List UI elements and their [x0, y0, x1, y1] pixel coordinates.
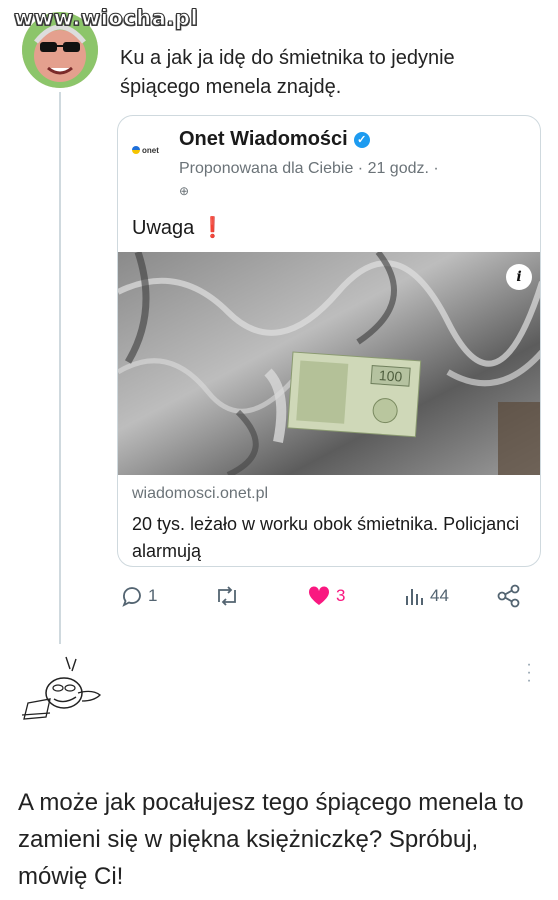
link-title[interactable]: 20 tys. leżało w worku obok śmietnika. P…: [132, 511, 532, 565]
reply-icon: [122, 587, 141, 607]
action-bar: 1 3 44: [120, 584, 530, 614]
share-icon: [497, 584, 520, 608]
heart-icon: [308, 586, 330, 605]
views-button[interactable]: 44: [402, 584, 449, 608]
tweet-text: Ku a jak ja idę do śmietnika to jedynie …: [120, 47, 455, 98]
site-watermark: www.wiocha.pl: [13, 6, 199, 31]
garbage-bag-banknote-image: 100: [118, 252, 540, 475]
globe-icon: ⊕: [179, 184, 190, 198]
onet-logo-dot: [132, 146, 140, 154]
source-name[interactable]: Onet Wiadomości ✓: [179, 128, 370, 151]
repost-icon: [218, 586, 236, 606]
info-icon[interactable]: i: [506, 264, 532, 290]
thread-line: [59, 92, 61, 644]
repost-button[interactable]: [214, 584, 244, 608]
views-count: 44: [430, 586, 449, 605]
source-meta: Proponowana dla Ciebie · 21 godz. · ⊕: [179, 158, 449, 202]
like-count: 3: [336, 586, 346, 605]
cartoon-face-image: [21, 656, 101, 720]
article-image[interactable]: 100 i: [118, 252, 540, 475]
reply-button[interactable]: 1: [120, 584, 157, 608]
share-button[interactable]: [496, 584, 522, 608]
reply-text: A może jak pocałujesz tego śpiącego mene…: [18, 789, 524, 890]
onet-logo: onet: [132, 140, 168, 160]
reply-row: · · ·: [14, 655, 544, 735]
source-name-label: Onet Wiadomości: [179, 128, 348, 150]
views-chart-icon: [406, 589, 423, 605]
like-button[interactable]: 3: [306, 584, 345, 608]
more-options-icon[interactable]: · · ·: [526, 657, 532, 689]
link-domain[interactable]: wiadomosci.onet.pl: [132, 485, 268, 503]
reply-count: 1: [148, 586, 158, 605]
post-text-label: Uwaga: [132, 217, 195, 239]
onet-logo-text: onet: [142, 145, 159, 155]
post-text: Uwaga ❗: [132, 215, 225, 240]
quoted-post-card[interactable]: onet Onet Wiadomości ✓ Proponowana dla C…: [117, 115, 541, 567]
banknote-value: 100: [378, 367, 403, 385]
exclamation-icon: ❗: [200, 217, 226, 239]
source-meta-text: Proponowana dla Ciebie · 21 godz. ·: [179, 160, 439, 177]
verified-badge-icon: ✓: [353, 131, 370, 148]
reply-author-avatar[interactable]: [14, 655, 104, 725]
